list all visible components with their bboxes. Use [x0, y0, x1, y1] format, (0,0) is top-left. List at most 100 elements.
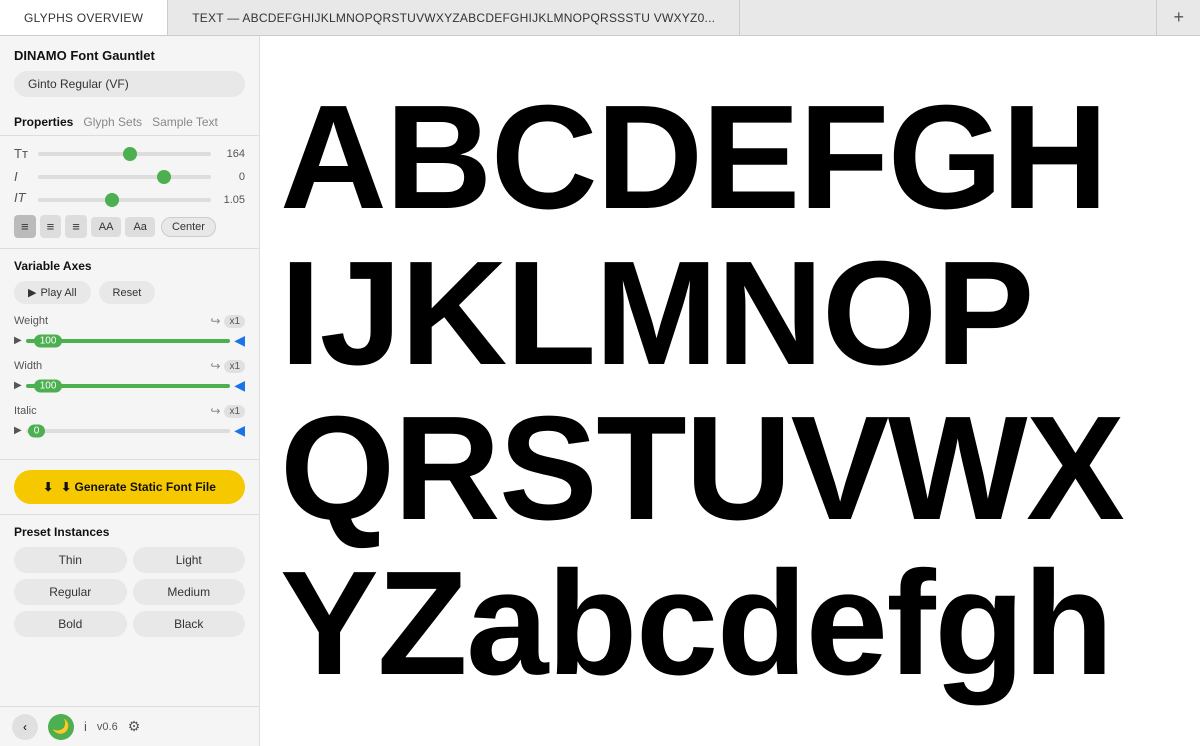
font-selector-button[interactable]: Ginto Regular (VF): [14, 71, 245, 97]
width-controls-right: ↪ x1: [210, 359, 245, 373]
dark-mode-toggle[interactable]: 🌙: [48, 714, 74, 740]
preset-grid: Thin Light Regular Medium Bold Black: [14, 547, 245, 637]
preset-light[interactable]: Light: [133, 547, 246, 573]
sidebar-collapse-button[interactable]: ‹: [12, 714, 38, 740]
play-all-label: Play All: [40, 287, 76, 299]
width-axis: Width ↪ x1 ▶ 100 ◀: [14, 359, 245, 394]
preset-thin[interactable]: Thin: [14, 547, 127, 573]
align-center-button[interactable]: ≡: [40, 215, 62, 238]
tracking-value: 0: [217, 171, 245, 183]
tracking-slider[interactable]: [38, 175, 211, 179]
weight-label-row: Weight ↪ x1: [14, 314, 245, 328]
chevron-left-icon: ‹: [23, 720, 27, 734]
variable-axes-section: Variable Axes ▶ Play All Reset Weight ↪ …: [0, 249, 259, 460]
italic-slider-row: ▶ 0 ◀: [14, 422, 245, 439]
sidebar-header: DINAMO Font Gauntlet Ginto Regular (VF): [0, 36, 259, 105]
italic-track-container: 0: [26, 429, 231, 433]
italic-label: Italic: [14, 405, 37, 417]
gear-icon: ⚙: [128, 718, 141, 734]
width-curve-button[interactable]: ↪: [210, 359, 220, 373]
weight-curve-button[interactable]: ↪: [210, 314, 220, 328]
weight-track-container: 100: [26, 339, 231, 343]
width-track-container: 100: [26, 384, 231, 388]
preset-black[interactable]: Black: [133, 611, 246, 637]
sidebar: DINAMO Font Gauntlet Ginto Regular (VF) …: [0, 36, 260, 746]
italic-axis: Italic ↪ x1 ▶ 0 ◀: [14, 404, 245, 439]
version-badge: v0.6: [97, 721, 118, 733]
width-end-arrow[interactable]: ◀: [234, 377, 245, 394]
generate-section: ⬇ ⬇ Generate Static Font File: [0, 460, 259, 515]
font-size-value: 164: [217, 148, 245, 160]
weight-value-bubble: 100: [34, 334, 63, 347]
tab-properties[interactable]: Properties: [14, 115, 73, 129]
generate-font-button[interactable]: ⬇ ⬇ Generate Static Font File: [14, 470, 245, 504]
italic-label-row: Italic ↪ x1: [14, 404, 245, 418]
download-icon: ⬇: [43, 480, 53, 494]
generate-label: ⬇ Generate Static Font File: [61, 480, 216, 494]
app-title: DINAMO Font Gauntlet: [14, 48, 245, 63]
weight-x1-badge: x1: [224, 315, 245, 328]
axes-controls: ▶ Play All Reset: [14, 281, 245, 304]
info-button[interactable]: i: [84, 719, 87, 734]
preset-regular[interactable]: Regular: [14, 579, 127, 605]
weight-slider-row: ▶ 100 ◀: [14, 332, 245, 349]
tracking-row: I 0: [14, 169, 245, 184]
property-tabs: Properties Glyph Sets Sample Text: [0, 105, 259, 136]
width-value-bubble: 100: [34, 379, 63, 392]
width-play-button[interactable]: ▶: [14, 380, 22, 391]
bottom-bar: ‹ 🌙 i v0.6 ⚙: [0, 706, 259, 746]
main-layout: DINAMO Font Gauntlet Ginto Regular (VF) …: [0, 36, 1200, 746]
font-size-row: Tт 164: [14, 146, 245, 161]
preset-bold[interactable]: Bold: [14, 611, 127, 637]
presets-title: Preset Instances: [14, 525, 245, 539]
preset-medium[interactable]: Medium: [133, 579, 246, 605]
tab-glyphs-overview[interactable]: GLYPHS OVERVIEW: [0, 0, 168, 35]
properties-section: Tт 164 I 0 IT 1.05 ≡ ≡ ≡ AA Aa Center: [0, 136, 259, 249]
align-right-button[interactable]: ≡: [65, 215, 87, 238]
variable-axes-title: Variable Axes: [14, 259, 245, 273]
width-label-row: Width ↪ x1: [14, 359, 245, 373]
text-controls: ≡ ≡ ≡ AA Aa Center: [14, 215, 245, 238]
weight-label: Weight: [14, 315, 48, 327]
width-x1-badge: x1: [224, 360, 245, 373]
center-button[interactable]: Center: [161, 217, 216, 237]
width-slider-row: ▶ 100 ◀: [14, 377, 245, 394]
play-icon: ▶: [28, 286, 36, 299]
line-height-row: IT 1.05: [14, 192, 245, 207]
font-size-icon: Tт: [14, 146, 32, 161]
info-icon: i: [84, 719, 87, 734]
width-track[interactable]: 100: [26, 384, 231, 388]
weight-end-arrow[interactable]: ◀: [234, 332, 245, 349]
italic-play-button[interactable]: ▶: [14, 425, 22, 436]
reset-button[interactable]: Reset: [99, 281, 156, 304]
tab-sample-text[interactable]: Sample Text: [152, 115, 218, 129]
tab-add-button[interactable]: +: [1156, 0, 1200, 35]
settings-button[interactable]: ⚙: [128, 718, 141, 735]
text-size-aa-button[interactable]: AA: [91, 217, 122, 237]
align-left-button[interactable]: ≡: [14, 215, 36, 238]
tracking-icon: I: [14, 169, 32, 184]
font-size-slider[interactable]: [38, 152, 211, 156]
tab-text[interactable]: TEXT — ABCDEFGHIJKLMNOPQRSTUVWXYZABCDEFG…: [168, 0, 740, 35]
moon-icon: 🌙: [52, 718, 69, 735]
line-height-slider[interactable]: [38, 198, 211, 202]
italic-controls-right: ↪ x1: [210, 404, 245, 418]
italic-value-bubble: 0: [28, 424, 46, 437]
preview-text: ABCDEFGH IJKLMNOP QRSTUVWX YZabcdefgh: [280, 80, 1123, 702]
line-height-value: 1.05: [217, 194, 245, 206]
italic-track[interactable]: 0: [26, 429, 231, 433]
play-all-button[interactable]: ▶ Play All: [14, 281, 91, 304]
text-size-aa-small-button[interactable]: Aa: [125, 217, 154, 237]
weight-play-button[interactable]: ▶: [14, 335, 22, 346]
top-tab-bar: GLYPHS OVERVIEW TEXT — ABCDEFGHIJKLMNOPQ…: [0, 0, 1200, 36]
preview-area: ABCDEFGH IJKLMNOP QRSTUVWX YZabcdefgh: [260, 36, 1200, 746]
italic-x1-badge: x1: [224, 405, 245, 418]
tab-glyph-sets[interactable]: Glyph Sets: [83, 115, 142, 129]
weight-axis: Weight ↪ x1 ▶ 100 ◀: [14, 314, 245, 349]
weight-track[interactable]: 100: [26, 339, 231, 343]
weight-controls-right: ↪ x1: [210, 314, 245, 328]
line-height-icon: IT: [14, 190, 32, 205]
italic-end-arrow[interactable]: ◀: [234, 422, 245, 439]
width-label: Width: [14, 360, 42, 372]
italic-curve-button[interactable]: ↪: [210, 404, 220, 418]
